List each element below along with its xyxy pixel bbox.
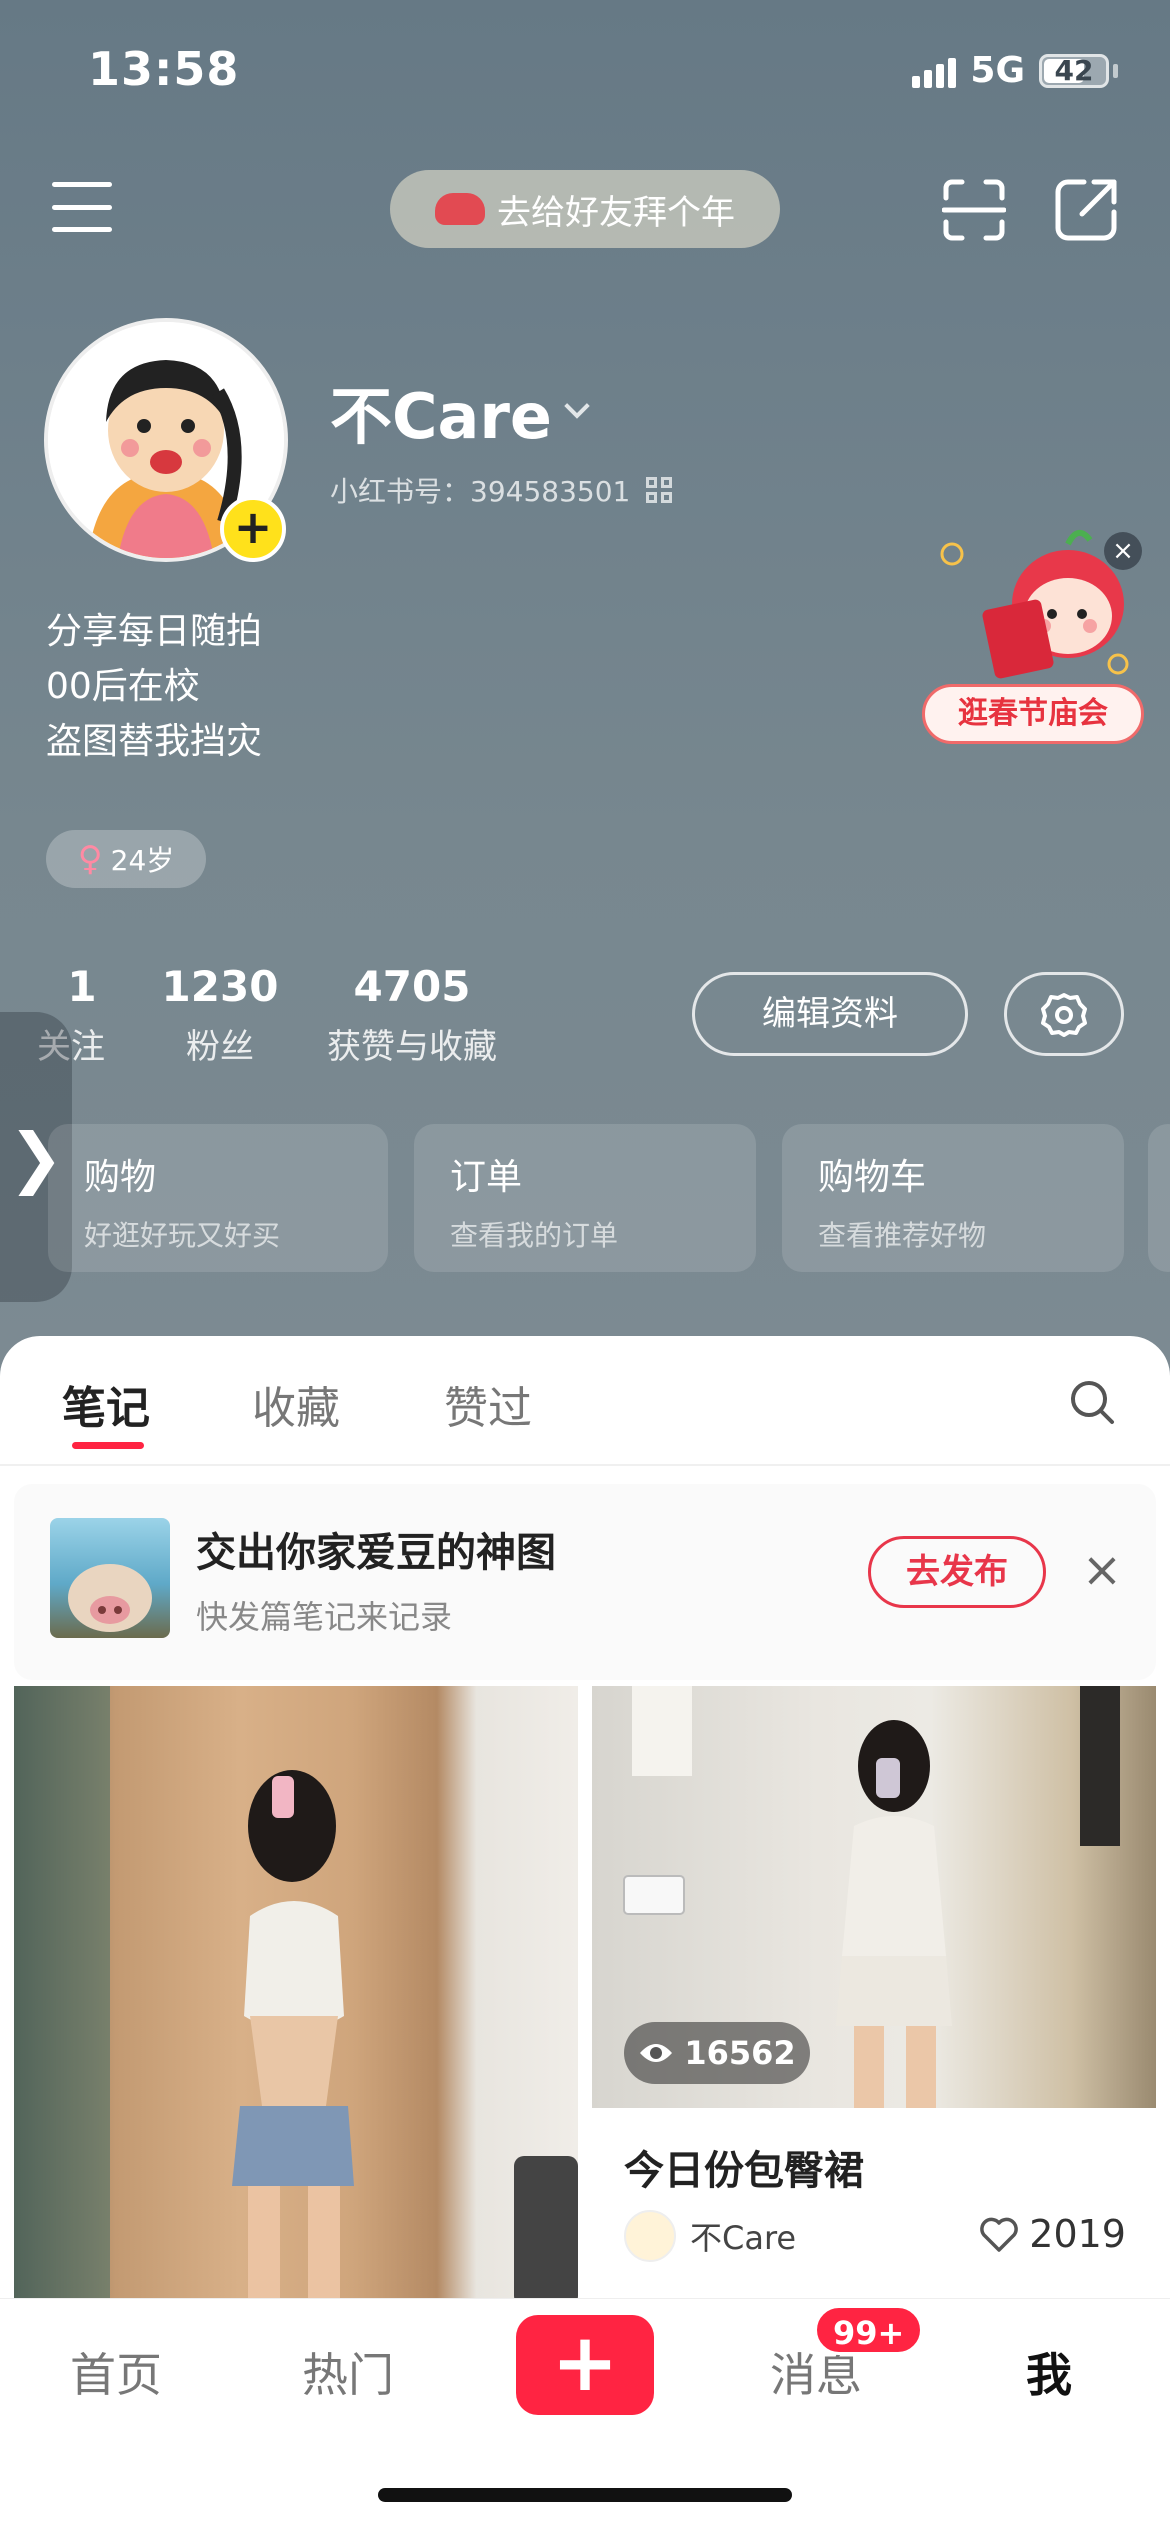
battery-icon: 42 [1039,53,1109,88]
note-cover-image [14,1686,578,2306]
card-subtitle: 好逛好玩又好买 [84,1219,281,1252]
status-indicators: 5G 42 [912,50,1118,91]
bio: 分享每日随拍 00后在校 盗图替我挡灾 [46,604,262,769]
promo-close-icon[interactable]: × [1104,532,1142,570]
settings-button[interactable] [1004,972,1124,1056]
heart-icon [980,2217,1019,2252]
age-badge: ♀ 24岁 [46,830,206,888]
publish-prompt-subtitle: 快发篇笔记来记录 [196,1598,453,1636]
author-name: 不Care [690,2219,797,2257]
publish-prompt-thumbnail [50,1518,170,1638]
stat-value: 4705 [353,962,471,1011]
bio-line: 00后在校 [46,666,200,707]
publish-prompt-title: 交出你家爱豆的神图 [196,1530,556,1576]
female-icon: ♀ [77,839,103,879]
red-id-text: 小红书号：394583501 [330,475,631,508]
settings-icon [1041,993,1087,1037]
signal-icon [912,54,957,88]
stat-value: 1 [67,962,97,1011]
note-cover-figure [14,1686,578,2306]
scan-icon[interactable] [942,178,1006,242]
stat-label: 获赞与收藏 [327,1027,497,1067]
new-year-greeting-button[interactable]: 去给好友拜个年 [390,170,780,248]
chevron-down-icon [564,393,590,419]
note-title: 今日份包臀裙 [624,2148,864,2194]
note-author[interactable]: 不Care [624,2210,796,2262]
home-indicator[interactable] [378,2488,792,2502]
note-card[interactable]: 16562 今日份包臀裙 不Care 2019 [592,1686,1156,2306]
author-avatar [624,2210,676,2262]
search-icon[interactable] [1068,1378,1116,1426]
message-count-badge: 99+ [814,2305,924,2355]
publish-button[interactable]: 去发布 [868,1536,1046,1608]
card-title: 购物 [84,1157,157,1198]
stat-label: 粉丝 [186,1027,254,1067]
nickname-text: 不Care [330,380,552,453]
note-like-button[interactable]: 2019 [979,2212,1126,2256]
stat-followers[interactable]: 1230 粉丝 [160,962,280,1068]
bio-line: 分享每日随拍 [46,611,263,652]
eye-icon [640,2044,673,2062]
view-count-badge: 16562 [624,2022,810,2084]
close-icon[interactable]: × [1076,1544,1128,1596]
service-card-orders[interactable]: 订单 查看我的订单 [414,1124,756,1272]
active-tab-indicator [72,1442,144,1449]
status-time: 13:58 [88,42,240,96]
network-type: 5G [970,50,1025,91]
qr-code-icon [646,477,673,503]
red-id[interactable]: 小红书号：394583501 [330,470,673,510]
tab-collections[interactable]: 收藏 [252,1372,340,1436]
bio-line: 盗图替我挡灾 [46,721,263,762]
tab-me[interactable]: 我 [1026,2339,1072,2405]
battery-level: 42 [1054,53,1094,87]
new-year-greeting-label: 去给好友拜个年 [497,192,735,233]
service-card-more[interactable] [1148,1124,1170,1272]
publish-prompt-card: 交出你家爱豆的神图 快发篇笔记来记录 去发布 × [14,1484,1156,1680]
card-subtitle: 查看推荐好物 [818,1219,987,1252]
tab-home[interactable]: 首页 [70,2339,162,2405]
service-card-cart[interactable]: 购物车 查看推荐好物 [782,1124,1124,1272]
card-subtitle: 查看我的订单 [450,1219,619,1252]
create-post-button[interactable]: + [516,2315,654,2415]
age-text: 24岁 [110,844,175,877]
stat-likes-and-saves[interactable]: 4705 获赞与收藏 [322,962,502,1068]
tab-notes[interactable]: 笔记 [62,1372,150,1436]
tab-trending[interactable]: 热门 [302,2339,394,2405]
card-title: 购物车 [818,1157,927,1198]
service-card-shopping[interactable]: 购物 好逛好玩又好买 [48,1124,388,1272]
card-title: 订单 [450,1157,523,1198]
content-tabs: 笔记 收藏 赞过 [0,1336,1170,1466]
tab-liked[interactable]: 赞过 [444,1372,532,1436]
note-card[interactable] [14,1686,578,2336]
menu-icon[interactable] [52,182,112,232]
like-count: 2019 [1029,2212,1126,2256]
edit-profile-button[interactable]: 编辑资料 [692,972,968,1056]
stat-value: 1230 [161,962,279,1011]
avatar-add-button[interactable]: + [220,496,286,562]
content-sheet: 笔记 收藏 赞过 交出你家爱豆的神图 快发篇笔记来记录 去发布 × 16562 … [0,1336,1170,2336]
nickname[interactable]: 不Care [330,366,590,456]
temple-fair-promo-label[interactable]: 逛春节庙会 [922,684,1144,744]
fist-salute-icon [435,193,485,225]
share-icon[interactable] [1054,178,1118,242]
view-count: 16562 [684,2034,796,2072]
